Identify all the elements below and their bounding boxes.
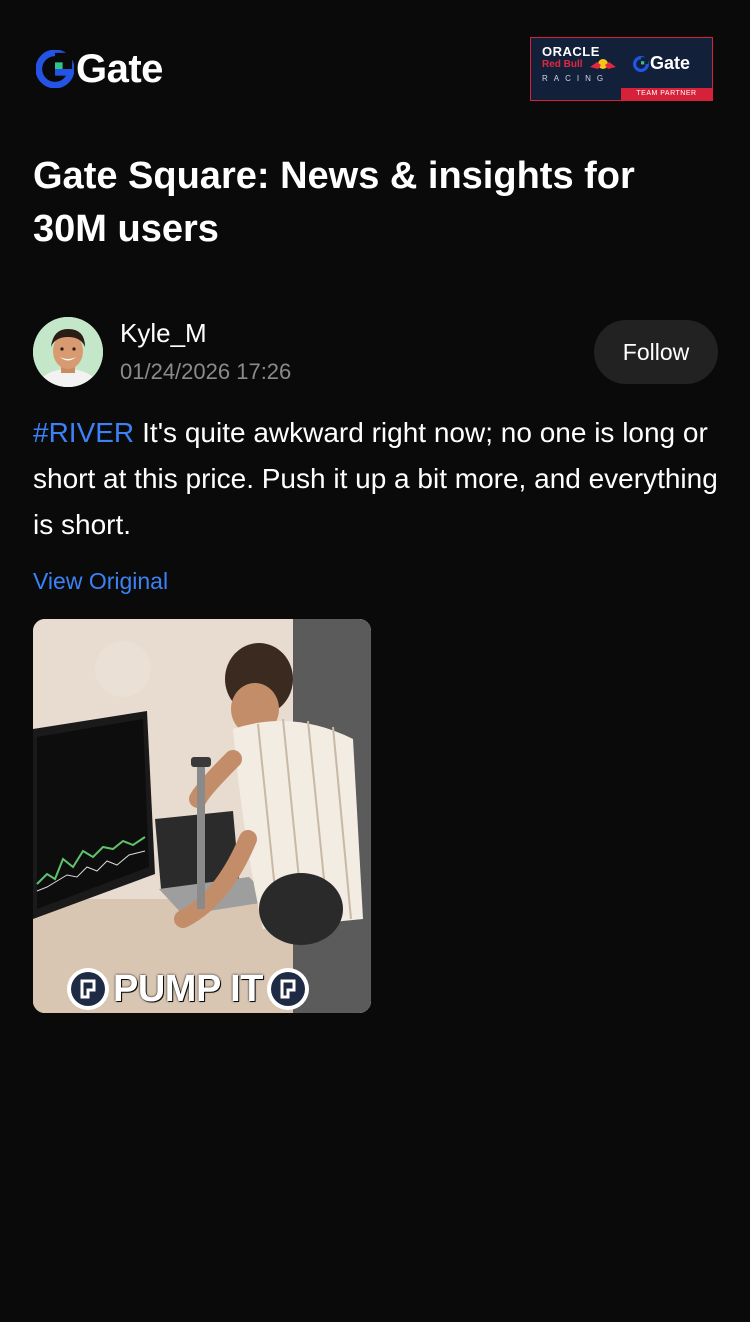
gate-logo-text: Gate [76,47,163,91]
token-icon-right [266,968,309,1010]
post-timestamp: 01/24/2026 17:26 [120,359,292,384]
page-title: Gate Square: News & insights for 30M use… [33,155,635,250]
post-text: #RIVER It's quite awkward right now; no o… [33,410,723,548]
gate-logo[interactable]: Gate [36,48,163,90]
media-caption: PUMP IT [67,965,309,1013]
post-media-gif[interactable]: PUMP IT [33,619,371,1013]
avatar[interactable] [33,317,103,387]
team-partner-badge: ORACLE Red Bull RACING Gate TEAM PARTNER [530,37,713,101]
gate-mini-icon [633,55,649,72]
author-name[interactable]: Kyle_M [120,318,207,349]
badge-team-partner-strip: TEAM PARTNER [621,88,712,100]
post-text-content: It's quite awkward right now; no one is … [33,417,718,540]
token-icon-left [67,968,109,1010]
badge-gate-logo: Gate [633,53,690,74]
media-caption-text: PUMP IT [113,967,263,1010]
redbull-bulls-icon [590,59,616,69]
avatar-image [33,317,103,387]
follow-button[interactable]: Follow [594,320,718,384]
gate-logo-icon [36,50,74,88]
badge-gate-text: Gate [650,53,691,73]
badge-racing-text: RACING [542,74,610,83]
media-scene-illustration [33,619,371,1013]
hashtag-link[interactable]: #RIVER [33,417,134,448]
badge-redbull-text: Red Bull [542,59,583,70]
view-original-link[interactable]: View Original [33,568,168,595]
